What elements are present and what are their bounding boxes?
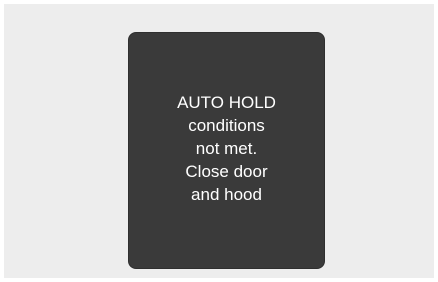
message-line: AUTO HOLD xyxy=(177,93,276,112)
notification-popup: AUTO HOLD conditions not met. Close door… xyxy=(129,33,324,268)
notification-message: AUTO HOLD conditions not met. Close door… xyxy=(177,91,276,206)
message-line: Close door xyxy=(185,162,268,181)
message-line: conditions xyxy=(188,116,265,135)
display-background: AUTO HOLD conditions not met. Close door… xyxy=(4,4,434,278)
message-line: and hood xyxy=(191,185,262,204)
message-line: not met. xyxy=(195,139,258,158)
